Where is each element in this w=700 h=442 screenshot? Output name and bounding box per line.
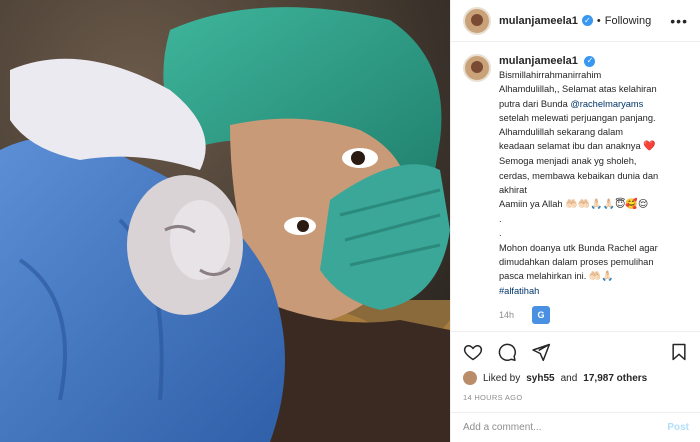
heart-emoji: ❤️ (643, 141, 656, 153)
caption-line: cerdas, membawa kebaikan dunia dan (499, 170, 659, 181)
mention-link[interactable]: @rachelmaryams (570, 99, 643, 109)
caption-line: putra dari Bunda @rachelmaryams (499, 97, 688, 111)
caption-line: dimudahkan dalam proses pemulihan (499, 256, 654, 267)
caption-line: Bismillahirrahmanirrahim (499, 70, 602, 81)
bookmark-icon[interactable] (669, 342, 689, 362)
liked-and: and (560, 372, 578, 384)
share-icon[interactable] (531, 342, 551, 362)
caption-block: mulanjameela1 ✓ Bismillahirrahmanirrahim… (451, 42, 700, 329)
comment-bar: Post (451, 412, 700, 442)
comment-input[interactable] (463, 422, 668, 433)
caption-line-text: Aamiin ya Allah (499, 199, 566, 210)
avatar[interactable] (463, 6, 491, 35)
caption-line: setelah melewati perjuangan panjang. (499, 112, 656, 123)
caption-line: . (499, 214, 502, 225)
more-options-icon[interactable]: ••• (670, 13, 688, 29)
caption-username[interactable]: mulanjameela1 (499, 55, 578, 67)
caption-line: Mohon doanya utk Bunda Rachel agar (499, 242, 658, 253)
caption-avatar[interactable] (463, 54, 491, 82)
action-section: Liked by syh55 and 17,987 others 14 HOUR… (451, 331, 700, 402)
verified-badge-icon: ✓ (584, 56, 596, 68)
caption-line: . (499, 228, 502, 239)
caption-line-text: keadaan selamat ibu dan anaknya (499, 141, 644, 152)
translate-icon[interactable]: G (532, 306, 551, 325)
post-photo[interactable] (0, 0, 450, 442)
caption-line: Aamiin ya Allah 🤲🏻🤲🏻🙏🏻🙏🏻😇🥰😌 (499, 197, 688, 212)
photo-illustration (0, 0, 450, 442)
caption-line: akhirat (499, 184, 527, 195)
caption-line: keadaan selamat ibu dan anaknya ❤️ (499, 139, 688, 154)
caption-line-text: putra dari Bunda (499, 98, 571, 109)
end-emojis: 🤲🏻🙏🏻 (588, 271, 614, 283)
liked-by-user[interactable]: syh55 (526, 373, 554, 384)
verified-badge-icon: ✓ (581, 15, 593, 26)
caption-line: pasca melahirkan ini. 🤲🏻🙏🏻 (499, 269, 688, 284)
caption-line: Alhamdulillah,, Selamat atas kelahiran (499, 84, 657, 95)
separator-dot: • (596, 14, 601, 27)
liked-by-prefix: Liked by (483, 372, 521, 384)
likes-count[interactable]: 17,987 others (583, 373, 647, 384)
post-timestamp[interactable]: 14 HOURS AGO (463, 393, 689, 402)
prayer-emojis: 🤲🏻🤲🏻🙏🏻🙏🏻😇🥰😌 (565, 199, 649, 211)
post-comment-button[interactable]: Post (667, 422, 689, 433)
caption-time[interactable]: 14h (499, 308, 514, 322)
post-detail-panel: mulanjameela1 ✓ • Following ••• mulanjam… (450, 0, 700, 442)
caption-meta: 14h G (499, 306, 688, 325)
heart-icon[interactable] (463, 342, 483, 362)
caption-text: mulanjameela1 ✓ Bismillahirrahmanirrahim… (499, 54, 688, 329)
header-username[interactable]: mulanjameela1 (499, 15, 578, 27)
following-button[interactable]: Following (605, 15, 651, 27)
caption-line: Semoga menjadi anak yg sholeh, (499, 156, 637, 167)
hashtag-link[interactable]: #alfatihah (499, 284, 688, 298)
comment-icon[interactable] (497, 342, 517, 362)
post-header: mulanjameela1 ✓ • Following ••• (451, 0, 700, 42)
caption-line: Alhamdulillah sekarang dalam (499, 127, 624, 138)
caption-header-line: mulanjameela1 ✓ (499, 54, 688, 68)
action-icons (463, 340, 689, 364)
liker-avatar[interactable] (463, 371, 477, 385)
likes-summary: Liked by syh55 and 17,987 others (463, 371, 689, 385)
caption-line-text: pasca melahirkan ini. (499, 271, 589, 282)
